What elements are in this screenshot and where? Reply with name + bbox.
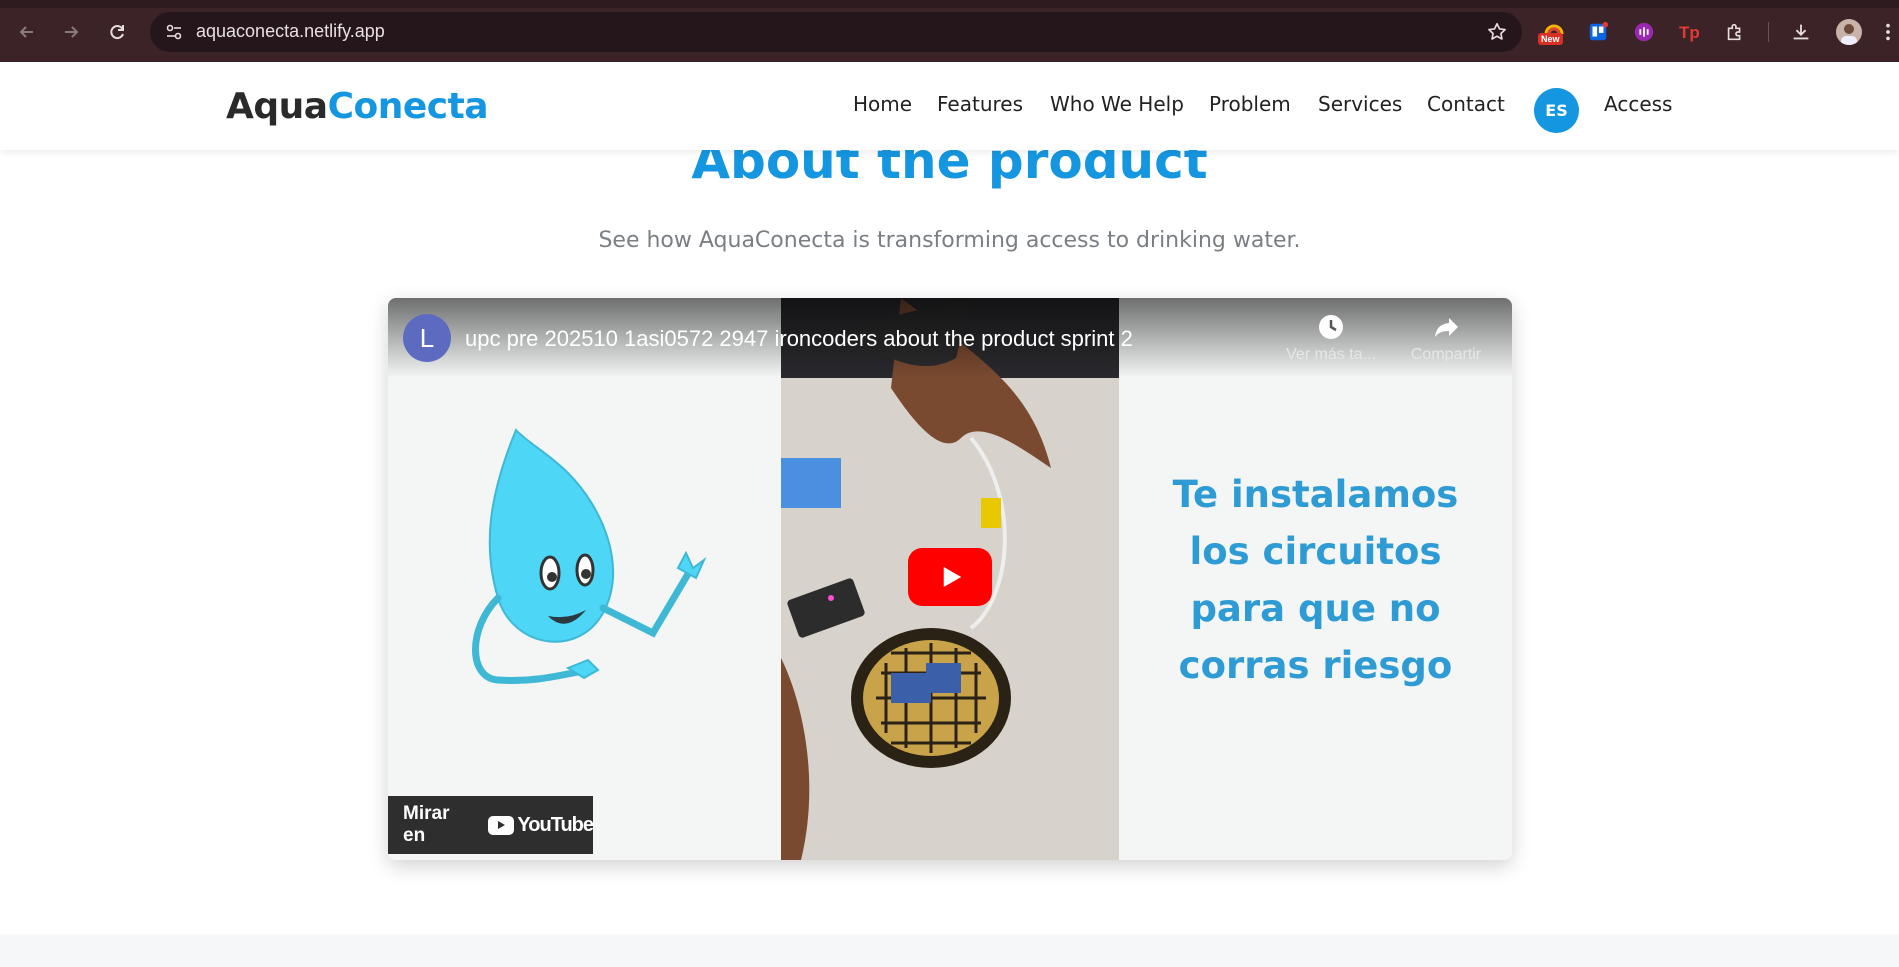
overlay-line-4: corras riesgo [1178, 644, 1453, 687]
channel-avatar[interactable]: L [403, 314, 451, 362]
language-toggle-button[interactable]: ES [1534, 88, 1579, 133]
video-overlay-text: Te instalamos los circuitos para que no … [1119, 466, 1512, 694]
next-section-band [0, 934, 1899, 967]
watch-later-label: Ver más ta... [1286, 346, 1376, 363]
overlay-line-1: Te instalamos [1172, 473, 1459, 516]
svg-text:Tp: Tp [1679, 23, 1700, 42]
forward-arrow-icon [65, 26, 79, 38]
overlay-line-2: los circuitos [1189, 530, 1442, 573]
new-badge: New [1538, 33, 1563, 45]
reload-button[interactable] [103, 18, 131, 46]
youtube-play-icon [488, 815, 515, 835]
main-nav: Home Features Who We Help Problem Servic… [0, 92, 1899, 122]
site-settings-icon[interactable] [164, 22, 184, 42]
toolbar-separator [1768, 22, 1769, 42]
nav-home[interactable]: Home [853, 92, 912, 116]
nav-contact[interactable]: Contact [1427, 92, 1505, 116]
clock-icon [1319, 315, 1343, 339]
water-drop-mascot-icon [472, 428, 707, 685]
site-header: AquaConecta Home Features Who We Help Pr… [0, 62, 1899, 150]
nav-access[interactable]: Access [1604, 92, 1672, 116]
extensions-puzzle-icon[interactable] [1721, 18, 1749, 46]
share-button[interactable]: Compartir [1391, 312, 1501, 364]
purple-extension-icon[interactable] [1630, 18, 1658, 46]
nav-who-we-help[interactable]: Who We Help [1050, 92, 1184, 116]
overlay-line-3: para que no [1190, 587, 1441, 630]
download-icon[interactable] [1787, 18, 1815, 46]
forward-button[interactable] [57, 18, 85, 46]
reload-icon [110, 25, 124, 40]
back-button[interactable] [13, 18, 41, 46]
youtube-logo: YouTube [488, 813, 594, 837]
watch-on-label: Mirar en [403, 803, 450, 846]
watch-on-youtube-button[interactable]: Mirar en YouTube [388, 796, 594, 854]
nav-problem[interactable]: Problem [1209, 92, 1291, 116]
nav-services[interactable]: Services [1318, 92, 1402, 116]
video-left-panel [388, 298, 781, 860]
tp-extension-icon[interactable]: Tp [1675, 18, 1703, 46]
play-button[interactable] [908, 548, 992, 606]
share-label: Compartir [1410, 346, 1482, 363]
tab-strip [0, 0, 1899, 8]
section-subtitle: See how AquaConecta is transforming acce… [598, 228, 1301, 253]
bookmark-star-icon[interactable] [1486, 21, 1508, 43]
share-arrow-icon [1435, 318, 1458, 337]
youtube-wordmark: YouTube [517, 813, 594, 836]
youtube-video-embed[interactable]: Te instalamos los circuitos para que no … [388, 298, 1512, 860]
watch-later-button[interactable]: Ver más ta... [1276, 312, 1386, 364]
address-bar[interactable]: aquaconecta.netlify.app [150, 12, 1522, 52]
trello-extension-icon[interactable] [1584, 18, 1612, 46]
play-icon [943, 567, 962, 587]
back-arrow-icon [19, 26, 33, 38]
browser-chrome: aquaconecta.netlify.app New Tp [0, 0, 1899, 62]
video-top-bar: L upc pre 202510 1asi0572 2947 ironcoder… [388, 298, 1512, 378]
profile-avatar[interactable] [1836, 19, 1862, 45]
video-title[interactable]: upc pre 202510 1asi0572 2947 ironcoders … [465, 326, 1133, 352]
browser-menu-icon[interactable] [1880, 18, 1896, 46]
url-text[interactable]: aquaconecta.netlify.app [196, 21, 385, 42]
nav-features[interactable]: Features [937, 92, 1023, 116]
video-right-panel: Te instalamos los circuitos para que no … [1119, 298, 1512, 860]
